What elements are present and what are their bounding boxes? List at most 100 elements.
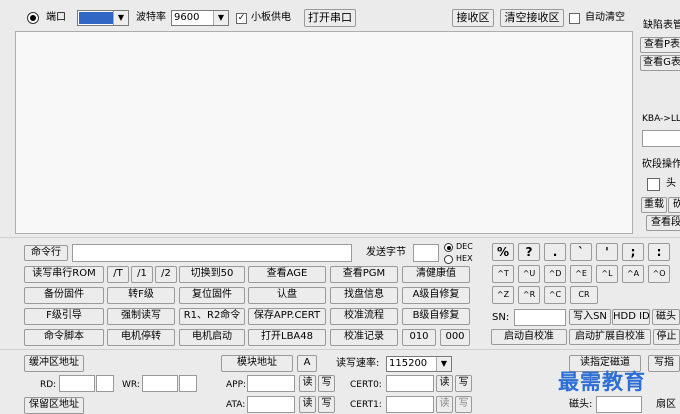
key-button-row1-0[interactable]: %: [492, 243, 514, 261]
grid-button-r3-c0[interactable]: 命令脚本: [24, 329, 104, 346]
view-g-table-button[interactable]: 查看G表: [640, 55, 680, 71]
auto-clear-checkbox[interactable]: [569, 13, 580, 24]
grid-button-r0-c7[interactable]: 清健康值: [402, 266, 470, 283]
key-button-row2-6[interactable]: ^O: [648, 265, 670, 283]
key-button-row1-1[interactable]: ?: [518, 243, 540, 261]
board-power-checkbox[interactable]: ✓: [236, 13, 247, 24]
chevron-down-icon[interactable]: ▼: [436, 357, 451, 371]
app-write-button[interactable]: 写: [318, 375, 335, 392]
stop-button[interactable]: 停止: [653, 329, 680, 345]
grid-button-r2-c3[interactable]: 保存APP.CERT: [248, 308, 326, 325]
hex-radio[interactable]: [444, 255, 453, 264]
start-ext-calibration-button[interactable]: 启动扩展自校准: [569, 329, 651, 345]
grid-button-r2-c4[interactable]: 校准流程: [330, 308, 398, 325]
send-bytes-input[interactable]: [413, 244, 439, 262]
grid-button-r3-c6[interactable]: 000: [440, 329, 470, 346]
cut-button[interactable]: 砍: [668, 197, 680, 213]
key-button-row3-2[interactable]: ^C: [544, 286, 566, 304]
open-port-button[interactable]: 打开串口: [304, 9, 356, 27]
start-calibration-button[interactable]: 启动自校准: [491, 329, 567, 345]
grid-button-r0-c1[interactable]: /T: [107, 266, 129, 283]
grid-button-r2-c1[interactable]: 强制读写: [107, 308, 175, 325]
wr-input-1[interactable]: [142, 375, 178, 392]
grid-button-r2-c0[interactable]: F级引导: [24, 308, 104, 325]
view-p-table-button[interactable]: 查看P表: [640, 37, 680, 53]
app-read-button[interactable]: 读: [299, 375, 316, 392]
key-button-row3-0[interactable]: ^Z: [492, 286, 514, 304]
app-input[interactable]: [247, 375, 295, 392]
key-button-row2-0[interactable]: ^T: [492, 265, 514, 283]
clear-rx-button[interactable]: 清空接收区: [500, 9, 564, 27]
grid-button-r1-c3[interactable]: 认盘: [248, 287, 326, 304]
chevron-down-icon[interactable]: ▼: [213, 11, 228, 25]
grid-button-r2-c2[interactable]: R1、R2命令: [179, 308, 245, 325]
key-button-row2-1[interactable]: ^U: [518, 265, 540, 283]
grid-button-r3-c1[interactable]: 电机停转: [107, 329, 175, 346]
key-button-row2-3[interactable]: ^E: [570, 265, 592, 283]
ata-read-button[interactable]: 读: [299, 396, 316, 413]
key-button-row1-2[interactable]: .: [544, 243, 566, 261]
cert1-write-button[interactable]: 写: [455, 396, 472, 413]
module-address-button[interactable]: 模块地址: [221, 355, 293, 372]
cert1-read-button[interactable]: 读: [436, 396, 453, 413]
buffer-address-button[interactable]: 缓冲区地址: [24, 355, 84, 372]
grid-button-r2-c5[interactable]: B级自修复: [402, 308, 470, 325]
grid-button-r0-c2[interactable]: /1: [131, 266, 153, 283]
grid-button-r3-c4[interactable]: 校准记录: [330, 329, 398, 346]
cert0-write-button[interactable]: 写: [455, 375, 472, 392]
wr-input-2[interactable]: [179, 375, 197, 392]
ata-input[interactable]: [247, 396, 295, 413]
key-button-row2-2[interactable]: ^D: [544, 265, 566, 283]
rw-rate-select[interactable]: 115200 ▼: [386, 356, 452, 372]
rx-area-button[interactable]: 接收区: [452, 9, 494, 27]
command-line-button[interactable]: 命令行: [24, 245, 68, 261]
cert1-input[interactable]: [386, 396, 434, 413]
port-radio[interactable]: [27, 12, 39, 24]
key-button-row3-1[interactable]: ^R: [518, 286, 540, 304]
key-button-row1-4[interactable]: ': [596, 243, 618, 261]
grid-button-r0-c3[interactable]: /2: [155, 266, 177, 283]
head-zone-input[interactable]: [596, 396, 642, 413]
cert0-read-button[interactable]: 读: [436, 375, 453, 392]
grid-button-r0-c5[interactable]: 查看AGE: [248, 266, 326, 283]
grid-button-r1-c5[interactable]: A级自修复: [402, 287, 470, 304]
grid-button-r1-c0[interactable]: 备份固件: [24, 287, 104, 304]
grid-button-r3-c3[interactable]: 打开LBA48: [248, 329, 326, 346]
reserved-address-button[interactable]: 保留区地址: [24, 397, 84, 414]
key-button-row1-5[interactable]: ;: [622, 243, 644, 261]
baud-select[interactable]: 9600 ▼: [171, 10, 229, 26]
write-sn-button[interactable]: 写入SN: [569, 309, 611, 325]
key-button-row1-6[interactable]: :: [648, 243, 670, 261]
key-button-row2-4[interactable]: ^L: [596, 265, 618, 283]
hdd-id-button[interactable]: HDD ID: [612, 309, 650, 325]
command-input[interactable]: [72, 244, 352, 262]
grid-button-r0-c4[interactable]: 切换到50: [179, 266, 245, 283]
sn-input[interactable]: [514, 309, 566, 326]
head-checkbox[interactable]: [647, 178, 660, 191]
port-select[interactable]: ▼: [77, 10, 129, 26]
grid-button-r3-c5[interactable]: 010: [402, 329, 436, 346]
grid-button-r1-c4[interactable]: 找盘信息: [330, 287, 398, 304]
key-button-row2-5[interactable]: ^A: [622, 265, 644, 283]
rd-input-1[interactable]: [59, 375, 95, 392]
receive-textarea[interactable]: [15, 31, 633, 234]
head-button[interactable]: 磁头: [652, 309, 680, 325]
grid-button-r0-c6[interactable]: 查看PGM: [330, 266, 398, 283]
grid-button-r1-c2[interactable]: 复位固件: [179, 287, 245, 304]
chevron-down-icon[interactable]: ▼: [113, 11, 128, 25]
ata-write-button[interactable]: 写: [318, 396, 335, 413]
grid-button-r3-c2[interactable]: 电机启动: [179, 329, 245, 346]
grid-button-r1-c1[interactable]: 转F级: [107, 287, 175, 304]
reload-button[interactable]: 重载: [641, 197, 667, 213]
dec-radio[interactable]: [444, 243, 453, 252]
grid-button-r0-c0[interactable]: 读写串行ROM: [24, 266, 104, 283]
rd-label: RD:: [40, 380, 57, 390]
key-button-row1-3[interactable]: `: [570, 243, 592, 261]
view-segment-button[interactable]: 查看段: [646, 215, 680, 231]
kba-input[interactable]: [642, 130, 680, 147]
cert0-input[interactable]: [386, 375, 434, 392]
key-button-row3-3[interactable]: CR: [570, 286, 598, 304]
a-button[interactable]: A: [297, 355, 317, 372]
write-spec-button[interactable]: 写指: [648, 355, 680, 372]
rd-input-2[interactable]: [96, 375, 114, 392]
